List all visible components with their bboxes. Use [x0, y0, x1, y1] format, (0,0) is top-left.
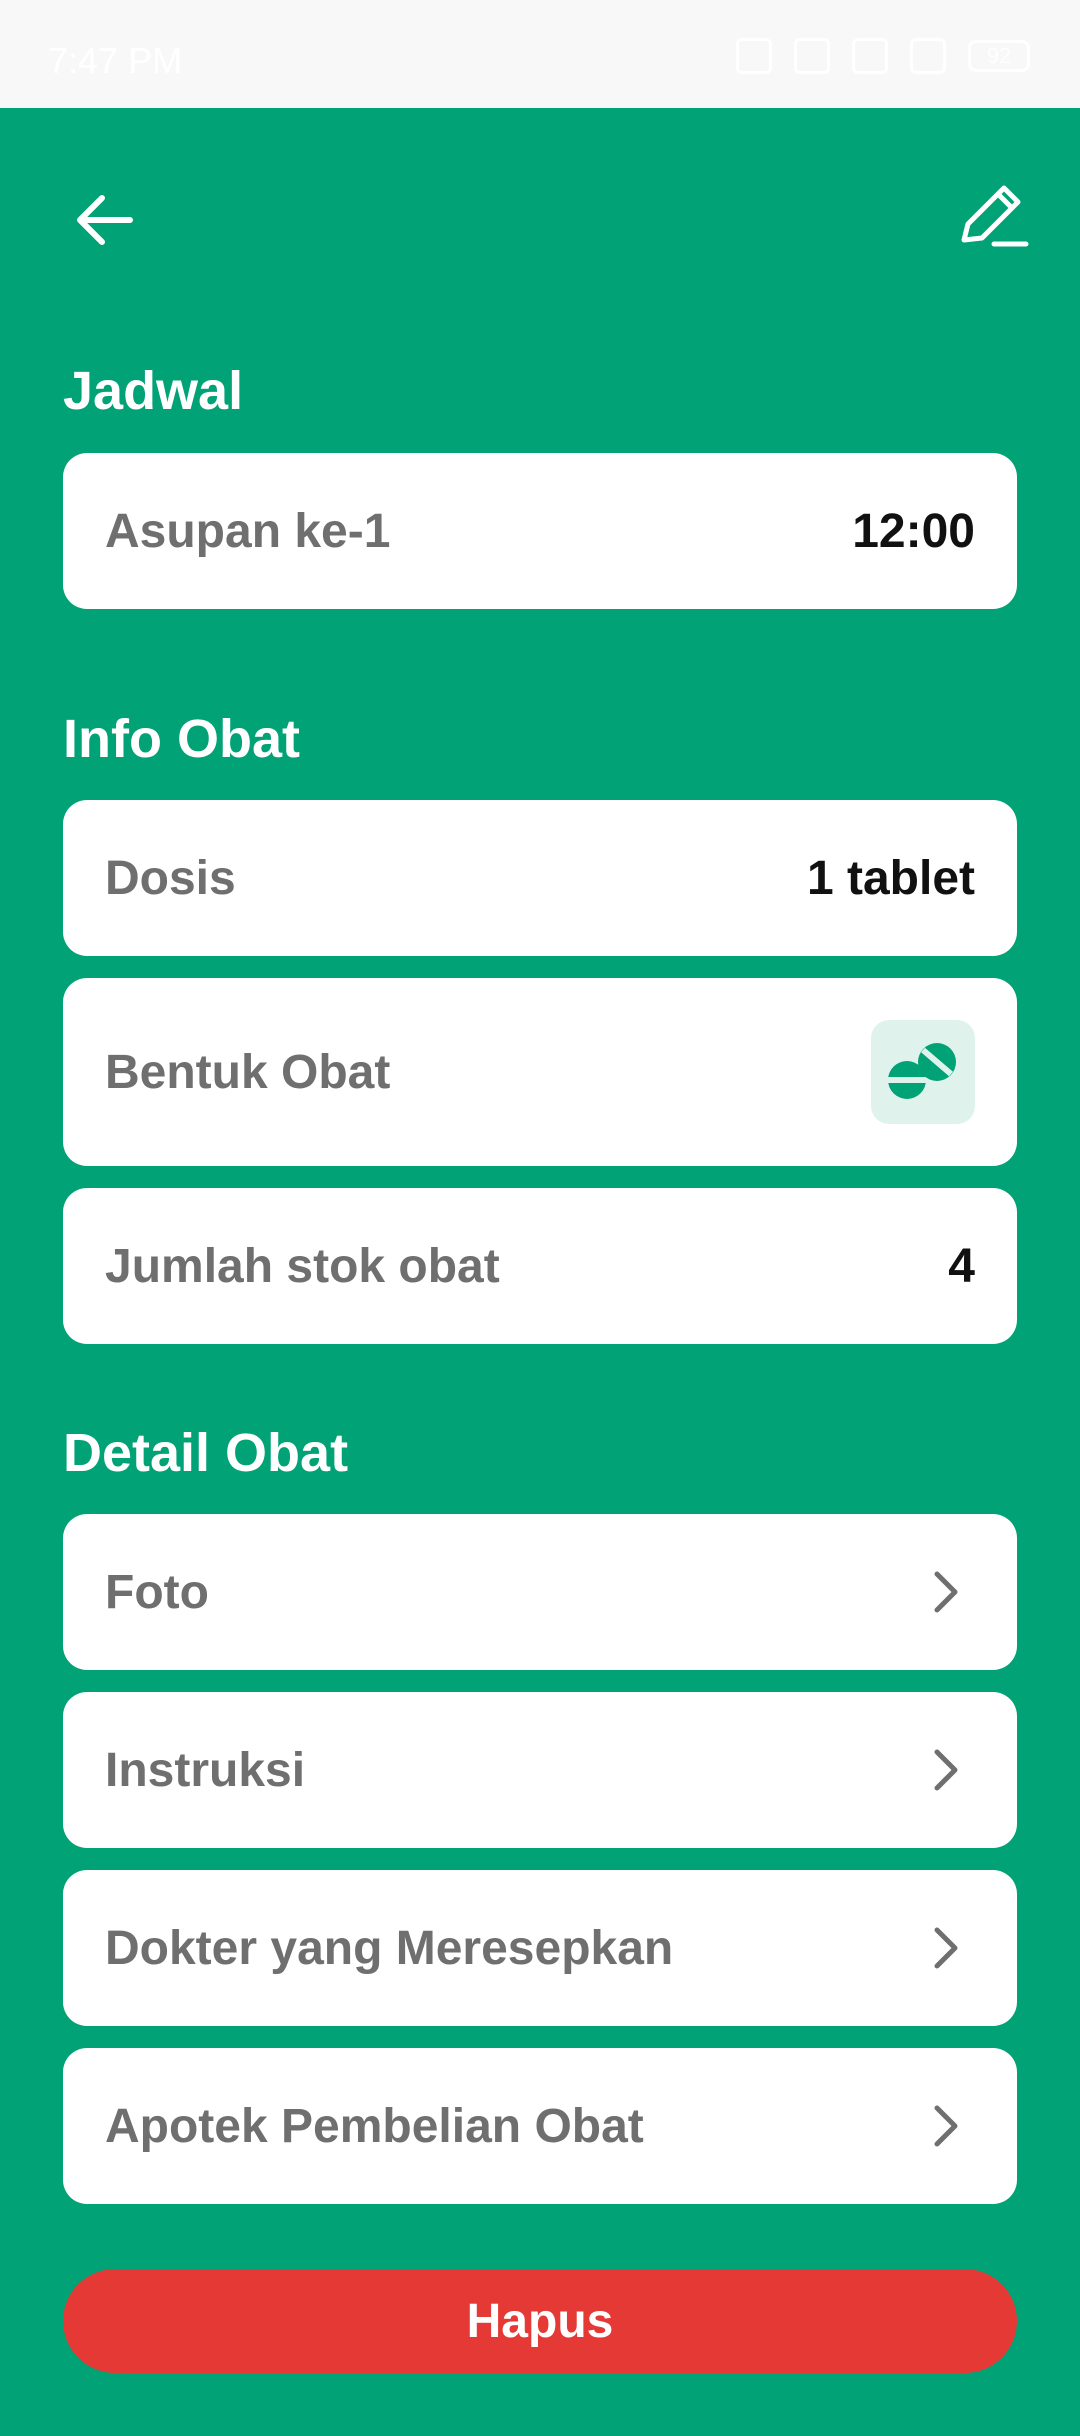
- chevron-right-icon: [915, 2096, 975, 2156]
- status-bar: 7:47 PM 92: [0, 0, 1080, 108]
- dose-value: 1 tablet: [806, 851, 975, 905]
- delete-button[interactable]: Hapus: [63, 2269, 1017, 2373]
- top-bar: [0, 108, 1080, 318]
- stock-row[interactable]: Jumlah stok obat 4: [63, 1188, 1017, 1344]
- detail-item-photo[interactable]: Foto: [63, 1514, 1017, 1670]
- detail-item-label: Foto: [105, 1565, 209, 1619]
- detail-item-prescribing-doctor[interactable]: Dokter yang Meresepkan: [63, 1870, 1017, 2026]
- arrow-left-icon: [77, 195, 133, 245]
- form-row[interactable]: Bentuk Obat: [63, 978, 1017, 1166]
- schedule-item-time: 12:00: [852, 504, 975, 558]
- detail-item-label: Dokter yang Meresepkan: [105, 1921, 674, 1975]
- schedule-item-label: Asupan ke-1: [105, 504, 391, 558]
- dose-row[interactable]: Dosis 1 tablet: [63, 800, 1017, 956]
- detail-item-instructions[interactable]: Instruksi: [63, 1692, 1017, 1848]
- signal-icon: [910, 38, 946, 74]
- battery-icon: 92: [968, 40, 1030, 72]
- tablet-pills-icon: [887, 1043, 956, 1099]
- chevron-right-icon: [915, 1740, 975, 1800]
- status-time: 7:47 PM: [48, 40, 183, 81]
- detail-item-label: Instruksi: [105, 1743, 306, 1797]
- pencil-icon: [961, 185, 1029, 247]
- vibrate-icon: [736, 38, 772, 74]
- form-label: Bentuk Obat: [105, 1045, 391, 1099]
- schedule-item[interactable]: Asupan ke-1 12:00: [63, 453, 1017, 609]
- stock-value: 4: [948, 1239, 975, 1293]
- section-title-schedule: Jadwal: [63, 361, 244, 421]
- detail-item-pharmacy[interactable]: Apotek Pembelian Obat: [63, 2048, 1017, 2204]
- status-icons: 92: [736, 38, 1030, 74]
- stock-label: Jumlah stok obat: [105, 1239, 500, 1293]
- section-title-medicine-detail: Detail Obat: [63, 1423, 349, 1483]
- data-speed-icon: [794, 38, 830, 74]
- edit-button[interactable]: [942, 166, 1042, 266]
- chevron-right-icon: [915, 1562, 975, 1622]
- detail-item-label: Apotek Pembelian Obat: [105, 2099, 644, 2153]
- dose-label: Dosis: [105, 851, 236, 905]
- back-button[interactable]: [54, 170, 154, 270]
- wifi-icon: [852, 38, 888, 74]
- tablet-form-icon-box: [871, 1020, 975, 1124]
- chevron-right-icon: [915, 1918, 975, 1978]
- section-title-medicine-info: Info Obat: [63, 709, 300, 769]
